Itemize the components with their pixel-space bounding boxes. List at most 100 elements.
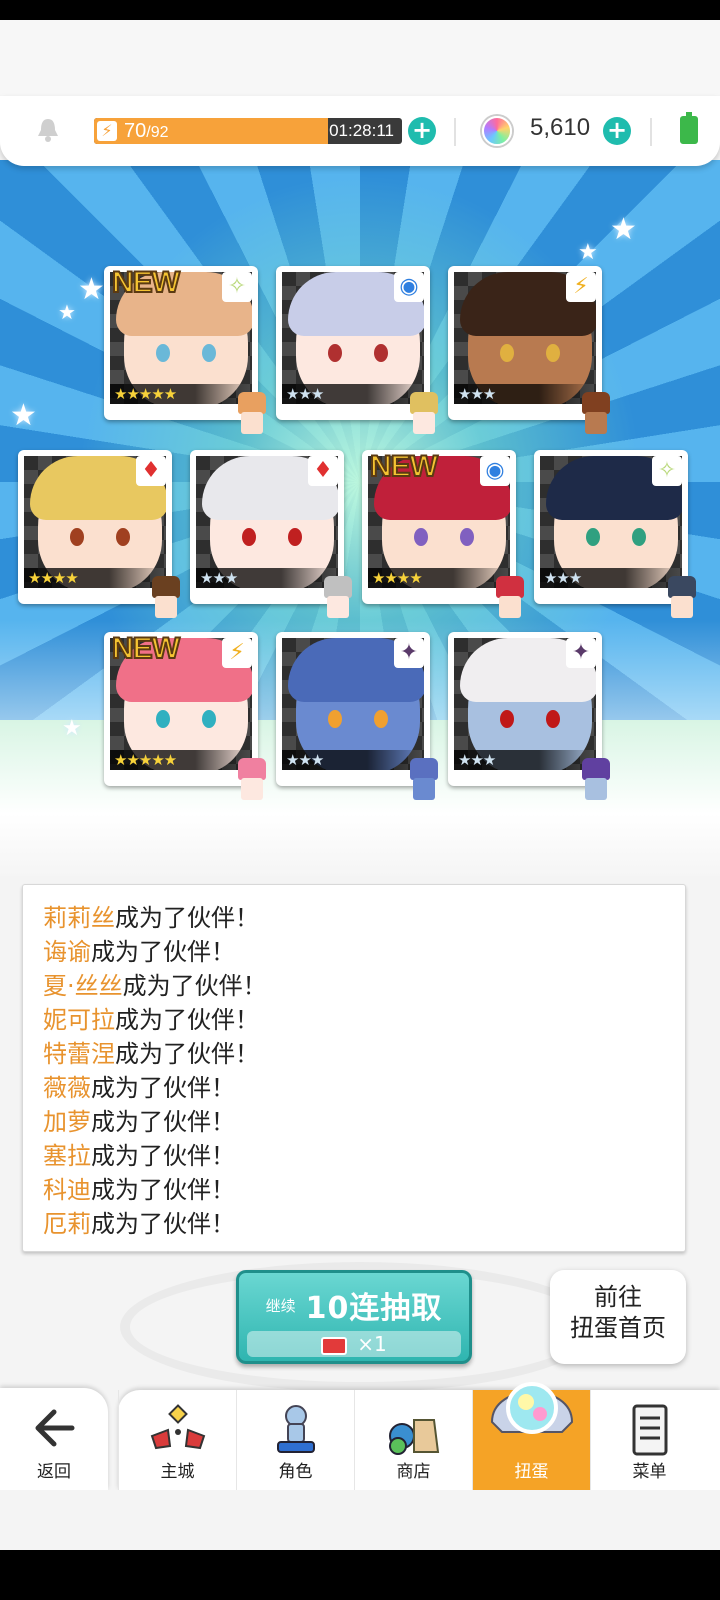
portrait-eye	[156, 710, 170, 728]
log-line: 妮可拉成为了伙伴！	[43, 1003, 259, 1037]
chibi-body	[499, 596, 521, 618]
portrait-eye	[202, 344, 216, 362]
back-button[interactable]: 返回	[0, 1388, 108, 1490]
character-card[interactable]: ★★★★★ ✧ NEW	[104, 265, 266, 434]
result-log[interactable]: 莉莉丝成为了伙伴！ 诲谕成为了伙伴！ 夏·丝丝成为了伙伴！ 妮可拉成为了伙伴！ 特蕾涅成…	[22, 884, 686, 1252]
chibi-body	[671, 596, 693, 618]
character-card[interactable]: ★★★ ◉	[276, 266, 438, 434]
tab-gacha-label: 扭蛋	[514, 1462, 549, 1482]
log-suffix: 成为了伙伴！	[91, 1210, 235, 1238]
pull-10-button[interactable]: 继续 10连抽取 ×1	[236, 1270, 472, 1364]
character-name: 莉莉丝	[43, 904, 115, 932]
chibi-head	[238, 392, 266, 414]
gem-icon	[482, 116, 512, 146]
portrait-eye	[374, 710, 388, 728]
back-arrow-icon	[35, 1409, 75, 1447]
character-card[interactable]: ★★★ ✦	[276, 632, 438, 800]
add-stamina-button[interactable]: +	[408, 117, 436, 145]
character-card[interactable]: ★★★★ ♦	[18, 450, 180, 618]
portrait-eye	[242, 528, 256, 546]
log-line: 诲谕成为了伙伴！	[43, 935, 235, 969]
new-badge: NEW	[111, 631, 181, 666]
log-suffix: 成为了伙伴！	[91, 938, 235, 966]
character-card[interactable]: ★★★★★ ⚡ NEW	[104, 631, 266, 800]
chibi-head	[410, 392, 438, 414]
log-line: 塞拉成为了伙伴！	[43, 1139, 235, 1173]
bell-icon[interactable]	[34, 116, 62, 144]
sparkle-icon: ★	[58, 300, 76, 324]
tab-town[interactable]: 主城	[118, 1390, 236, 1490]
sparkle-icon: ★	[78, 272, 105, 307]
new-badge: NEW	[369, 449, 439, 484]
character-name: 厄莉	[43, 1210, 91, 1238]
log-line: 特蕾涅成为了伙伴！	[43, 1037, 259, 1071]
gacha-result-scene: ★ ★ ★ ★ ★ ★ ★★★★★ ✧ NEW ★★★ ◉ ★★★ ⚡ ★★★★ ♦ ★★★ ♦ ★★…	[0, 160, 720, 876]
tab-characters-label: 角色	[278, 1462, 313, 1482]
portrait-eye	[500, 710, 514, 728]
gem-count: 5,610	[530, 114, 591, 141]
character-name: 妮可拉	[43, 1006, 115, 1034]
goto-line2: 扭蛋首页	[570, 1314, 666, 1342]
character-card[interactable]: ★★★★ ◉ NEW	[362, 449, 524, 618]
tab-gacha[interactable]: 扭蛋	[472, 1382, 590, 1490]
chibi-body	[413, 778, 435, 800]
log-line: 科迪成为了伙伴！	[43, 1173, 235, 1207]
tab-menu[interactable]: 菜单	[590, 1390, 708, 1490]
light-element-icon: ✧	[222, 272, 252, 302]
log-line: 莉莉丝成为了伙伴！	[43, 901, 259, 935]
log-suffix: 成为了伙伴！	[91, 1074, 235, 1102]
chibi-sprite-icon	[576, 392, 616, 436]
character-card[interactable]: ★★★ ♦	[190, 450, 352, 618]
character-card[interactable]: ★★★ ✦	[448, 632, 610, 800]
tab-menu-label: 菜单	[632, 1462, 667, 1482]
lightning-element-icon: ⚡	[566, 272, 596, 302]
log-line: 加萝成为了伙伴！	[43, 1105, 235, 1139]
tab-shop[interactable]: 商店	[354, 1390, 472, 1490]
star-rating: ★★★★★	[114, 751, 177, 769]
gacha-orb-icon	[490, 1382, 574, 1434]
tab-shop-label: 商店	[396, 1462, 431, 1482]
water-element-icon: ◉	[394, 272, 424, 302]
star-rating: ★★★	[458, 385, 496, 403]
add-gems-button[interactable]: +	[603, 117, 631, 145]
chibi-body	[327, 596, 349, 618]
chibi-body	[241, 412, 263, 434]
menu-list-icon	[632, 1404, 668, 1456]
chibi-sprite-icon	[404, 392, 444, 436]
character-card[interactable]: ★★★ ✧	[534, 450, 696, 618]
shop-bag-icon	[389, 1419, 440, 1455]
goto-gacha-home-button[interactable]: 前往 扭蛋首页	[550, 1270, 686, 1364]
portrait-eye	[156, 344, 170, 362]
new-badge: NEW	[111, 265, 181, 300]
portrait-eye	[70, 528, 84, 546]
chibi-head	[582, 392, 610, 414]
star-rating: ★★★	[458, 751, 496, 769]
device-bottom-bar	[0, 1550, 720, 1600]
water-element-icon: ◉	[480, 456, 510, 486]
chibi-sprite-icon	[232, 758, 272, 802]
chibi-body	[241, 778, 263, 800]
fire-element-icon: ♦	[308, 456, 338, 486]
character-name: 科迪	[43, 1176, 91, 1204]
chibi-sprite-icon	[576, 758, 616, 802]
stamina-timer: 01:28:11	[329, 121, 394, 140]
portrait-eye	[586, 528, 600, 546]
ticket-icon	[321, 1336, 348, 1355]
town-icon	[150, 1404, 206, 1450]
log-line: 厄莉成为了伙伴！	[43, 1207, 235, 1241]
nav-tabs: 主城 角色 商店 扭蛋 菜单	[118, 1382, 720, 1490]
tab-characters[interactable]: 角色	[236, 1390, 354, 1490]
portrait-eye	[202, 710, 216, 728]
stamina-bar: ⚡ 70/92 01:28:11	[94, 118, 402, 144]
log-suffix: 成为了伙伴！	[91, 1142, 235, 1170]
star-rating: ★★★	[286, 385, 324, 403]
status-area	[0, 20, 720, 100]
log-suffix: 成为了伙伴！	[91, 1108, 235, 1136]
character-card[interactable]: ★★★ ⚡	[448, 266, 610, 434]
chibi-sprite-icon	[404, 758, 444, 802]
log-suffix: 成为了伙伴！	[115, 1006, 259, 1034]
stamina-bolt-icon: ⚡	[97, 121, 117, 141]
star-rating: ★★★★	[28, 569, 79, 587]
portrait-eye	[460, 528, 474, 546]
chibi-sprite-icon	[318, 576, 358, 620]
